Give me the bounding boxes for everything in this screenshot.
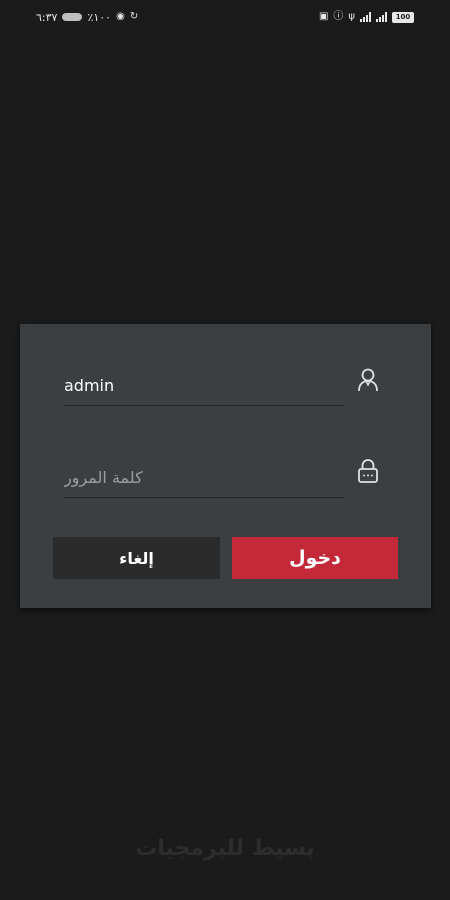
info-icon: ⓘ [333,11,344,22]
status-notification-text: ٪١٠٠ [87,10,112,24]
cast-icon: ▣ [318,11,329,22]
user-icon [357,368,379,396]
lock-icon [357,458,379,488]
password-input[interactable] [64,458,344,498]
cancel-button[interactable]: إلغاء [53,537,220,579]
usb-icon: ψ [348,11,355,22]
signal-2-icon [376,12,387,22]
status-left: ٦:٣٧ ٪١٠٠ ◉ ↻ [36,11,138,24]
battery-icon: 100 [392,11,414,23]
status-bar: ٦:٣٧ ٪١٠٠ ◉ ↻ ▣ ⓘ ψ 100 [0,0,450,34]
login-dialog: إلغاء دخول [20,324,431,608]
sync-icon: ↻ [129,11,139,22]
password-row [64,458,344,498]
login-button[interactable]: دخول [232,537,398,579]
brand-footer: بسيط للبرمجيات [135,836,315,861]
notification-pill-icon [62,13,83,21]
username-row [64,366,344,406]
status-time: ٦:٣٧ [36,10,58,24]
signal-icon [360,12,371,22]
eye-icon: ◉ [116,11,125,22]
status-right: ▣ ⓘ ψ 100 [318,11,414,23]
username-input[interactable] [64,366,344,406]
